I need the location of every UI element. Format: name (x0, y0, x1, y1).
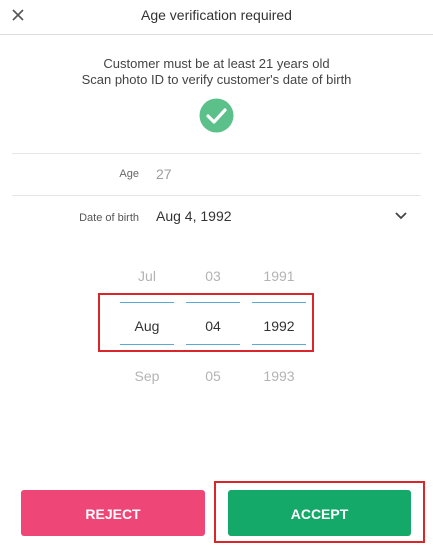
year-next[interactable]: 1993 (252, 368, 306, 384)
age-value: 27 (156, 166, 172, 182)
instruction-line-2: Scan photo ID to verify customer's date … (81, 72, 352, 87)
age-label: Age (119, 168, 139, 180)
dialog-title: Age verification required (141, 7, 292, 23)
month-prev[interactable]: Jul (120, 268, 174, 284)
month-next[interactable]: Sep (120, 368, 174, 384)
instructions: Customer must be at least 21 years old S… (0, 56, 433, 88)
chevron-down-icon[interactable] (393, 207, 409, 223)
dob-label: Date of birth (79, 212, 139, 224)
year-prev[interactable]: 1991 (252, 268, 306, 284)
check-circle-icon (199, 98, 234, 133)
selected-date-highlight (98, 293, 314, 352)
reject-button[interactable]: REJECT (21, 490, 205, 536)
dob-value: Aug 4, 1992 (156, 208, 232, 224)
header-bar: Age verification required (0, 0, 433, 35)
accept-highlight (214, 481, 425, 543)
day-prev[interactable]: 03 (186, 268, 240, 284)
instruction-line-1: Customer must be at least 21 years old (103, 56, 330, 71)
divider (12, 153, 421, 154)
day-next[interactable]: 05 (186, 368, 240, 384)
